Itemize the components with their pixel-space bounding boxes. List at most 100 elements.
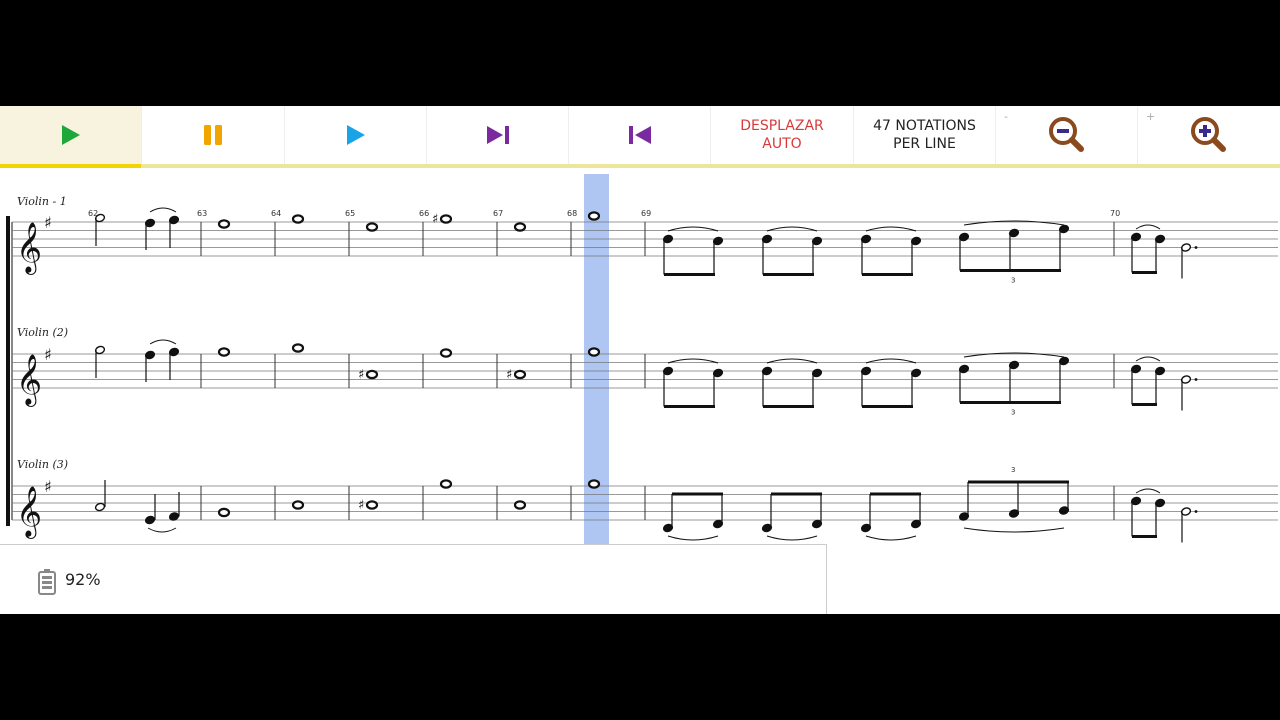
zoom-in-icon xyxy=(1191,117,1226,152)
zoom-in-button[interactable]: + xyxy=(1138,106,1280,164)
skip-next-icon xyxy=(486,126,509,144)
whole-note xyxy=(291,343,305,353)
key-signature-sharp: ♯ xyxy=(44,477,52,496)
whole-note xyxy=(439,214,453,224)
notations-per-line-button[interactable]: 47 NOTATIONS PER LINE xyxy=(854,106,996,164)
battery-level: 92% xyxy=(65,570,101,589)
status-panel: 92% xyxy=(0,544,827,614)
whole-note xyxy=(587,347,601,357)
zoom-out-icon xyxy=(1048,117,1084,152)
slur xyxy=(1135,356,1161,362)
dot xyxy=(1194,246,1198,249)
system-bracket xyxy=(6,216,10,526)
staff-notes: ♯3 xyxy=(94,466,1198,543)
tuplet-number: 3 xyxy=(1011,277,1015,285)
note-beam xyxy=(1132,403,1157,406)
whole-note xyxy=(439,348,453,358)
whole-note xyxy=(217,219,231,229)
pause-icon xyxy=(204,125,222,145)
score-viewer-app: DESPLAZAR AUTO 47 NOTATIONS PER LINE - + xyxy=(0,106,1280,614)
note-beam xyxy=(960,401,1061,404)
slur xyxy=(667,535,719,541)
staff-notes: ♯ ♯ 3 xyxy=(94,339,1198,417)
note-head xyxy=(144,515,156,525)
note-beam xyxy=(664,405,715,408)
slur xyxy=(149,207,177,213)
dot xyxy=(1194,378,1198,381)
whole-note xyxy=(291,214,305,224)
battery-icon xyxy=(38,569,56,595)
score-area[interactable]: Violin - 1 Violin (2) Violin (3) 𝄞 ♯ 𝄞 ♯ 𝄞 ♯ … xyxy=(0,168,1280,548)
tuplet-number: 3 xyxy=(1011,466,1015,474)
note-beam xyxy=(862,273,913,276)
key-signature-sharp: ♯ xyxy=(44,345,52,364)
play-from-cursor-button[interactable] xyxy=(285,106,427,164)
slur xyxy=(149,339,177,345)
toolbar: DESPLAZAR AUTO 47 NOTATIONS PER LINE - + xyxy=(0,106,1280,164)
skip-previous-button[interactable] xyxy=(569,106,711,164)
note-beam xyxy=(664,273,715,276)
play-button[interactable] xyxy=(0,106,142,164)
measure-number: 66 xyxy=(419,209,429,218)
note-beam xyxy=(771,492,822,496)
note-beam xyxy=(870,492,921,496)
slur xyxy=(766,535,818,541)
pause-button[interactable] xyxy=(142,106,285,164)
sharp-accidental: ♯ xyxy=(358,498,364,513)
note-beam xyxy=(960,269,1061,272)
whole-note xyxy=(217,507,231,518)
auto-scroll-label-line2: AUTO xyxy=(762,136,802,152)
slur xyxy=(1135,488,1161,494)
slur xyxy=(147,527,177,533)
note-beam xyxy=(968,480,1069,484)
whole-note xyxy=(587,479,601,489)
note-beam xyxy=(763,405,814,408)
note-head xyxy=(94,502,106,512)
whole-note xyxy=(513,222,527,232)
note-beam xyxy=(1132,535,1157,538)
slur xyxy=(1135,224,1161,230)
tuplet-number: 3 xyxy=(1011,409,1015,417)
playback-cursor-highlight xyxy=(584,174,609,546)
play-icon xyxy=(346,125,365,145)
dot xyxy=(1194,510,1198,513)
auto-scroll-label-line1: DESPLAZAR xyxy=(740,118,824,134)
score-staves: 𝄞 ♯𝄞 ♯𝄞 ♯ 62 63 64 65 66 67 68 69 70 ♯3♯ ♯3♯3 xyxy=(6,174,1278,546)
treble-clef-icon: 𝄞 xyxy=(16,486,42,539)
note-beam xyxy=(1132,271,1157,274)
whole-note xyxy=(439,479,453,489)
notations-label-line1: 47 NOTATIONS xyxy=(873,118,976,134)
whole-note xyxy=(291,500,305,510)
measure-number: 63 xyxy=(197,209,207,218)
zoom-out-button[interactable]: - xyxy=(996,106,1138,164)
measure-number: 65 xyxy=(345,209,355,218)
skip-previous-icon xyxy=(628,126,651,144)
treble-clef-icon: 𝄞 xyxy=(16,222,42,275)
zoom-in-corner-label: + xyxy=(1146,110,1156,123)
whole-note xyxy=(513,500,527,510)
whole-note xyxy=(365,500,379,510)
whole-note xyxy=(365,369,379,380)
play-icon xyxy=(61,125,80,145)
key-signature-sharp: ♯ xyxy=(44,213,52,232)
staff-notes: ♯3 xyxy=(94,207,1198,285)
note-beam xyxy=(862,405,913,408)
measure-number: 70 xyxy=(1110,209,1120,218)
zoom-out-corner-label: - xyxy=(1004,110,1008,123)
whole-note xyxy=(365,222,379,232)
sharp-accidental: ♯ xyxy=(506,368,512,383)
slur xyxy=(963,527,1065,533)
measure-number: 67 xyxy=(493,209,503,218)
sharp-accidental: ♯ xyxy=(358,368,364,383)
measure-number: 68 xyxy=(567,209,577,218)
measure-number: 64 xyxy=(271,209,281,218)
whole-note xyxy=(513,369,527,380)
note-beam xyxy=(672,492,723,496)
treble-clef-icon: 𝄞 xyxy=(16,354,42,407)
measure-number: 69 xyxy=(641,209,651,218)
note-beam xyxy=(763,273,814,276)
sharp-accidental: ♯ xyxy=(432,212,438,227)
slur xyxy=(865,535,917,541)
skip-next-button[interactable] xyxy=(427,106,569,164)
auto-scroll-button[interactable]: DESPLAZAR AUTO xyxy=(711,106,854,164)
